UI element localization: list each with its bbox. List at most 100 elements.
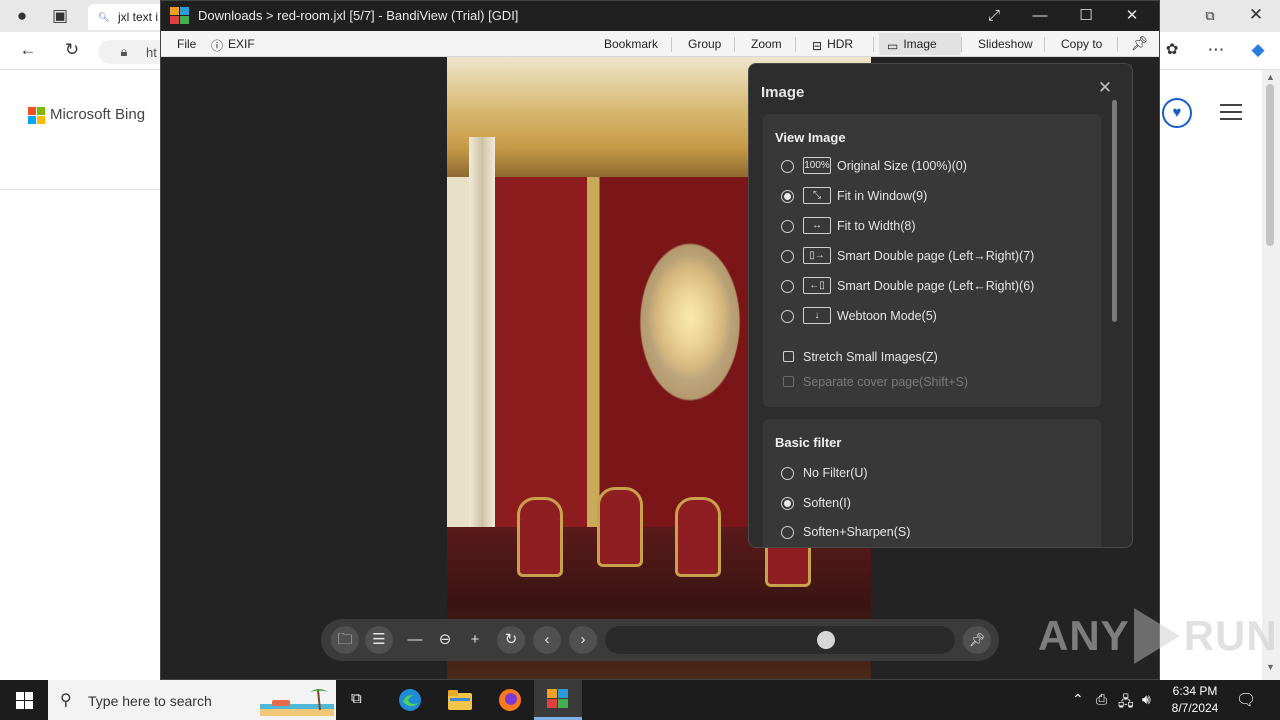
- logo-square-yellow: [37, 116, 45, 124]
- menu-zoom[interactable]: Zoom: [751, 37, 782, 51]
- start-windows-icon[interactable]: [0, 680, 48, 720]
- radio-webtoon-mode[interactable]: [781, 310, 794, 323]
- radio-original-size[interactable]: [781, 160, 794, 173]
- original-size-icon: 100%: [803, 157, 831, 174]
- extensions-icon[interactable]: ✿: [1160, 40, 1184, 60]
- menu-separator: [1044, 37, 1045, 52]
- option-label: No Filter(U): [803, 466, 868, 480]
- play-icon: [1133, 608, 1180, 664]
- menu-group[interactable]: Group: [688, 37, 721, 51]
- header-divider: [0, 189, 160, 190]
- volume-icon[interactable]: 🔊︎: [1142, 691, 1151, 708]
- windows-taskbar: ⚲ Type here to search ⧉ ⌃ ⎙ 🖧︎ 🔊︎ 6:34 P…: [0, 680, 1280, 720]
- rotate-icon[interactable]: ↻: [497, 626, 525, 654]
- option-label: Original Size (100%)(0): [837, 159, 967, 173]
- fullscreen-icon[interactable]: ⤢: [971, 1, 1017, 31]
- radio-double-page-lr[interactable]: [781, 250, 794, 263]
- menu-slideshow[interactable]: Slideshow: [978, 37, 1033, 51]
- image-canvas[interactable]: 🗀 ☰ — ⊖ + ↻ ‹ › 📌︎ Image ✕ View Image 10…: [161, 57, 1159, 679]
- browser-tab[interactable]: 🔍︎ jxl text i: [88, 4, 168, 30]
- close-icon[interactable]: ✕: [1244, 5, 1268, 25]
- image-settings-panel: Image ✕ View Image 100% Original Size (1…: [748, 63, 1133, 548]
- browser-tab-title: jxl text i: [118, 10, 159, 24]
- scroll-up-icon[interactable]: ▲: [1266, 72, 1275, 82]
- panel-close-icon[interactable]: ✕: [1093, 76, 1117, 100]
- clock-time: 6:34 PM: [1172, 684, 1218, 698]
- menu-separator: [961, 37, 962, 52]
- menu-separator: [873, 37, 874, 52]
- pin-menu-icon[interactable]: 📌︎: [1131, 35, 1149, 52]
- list-icon[interactable]: ☰: [365, 626, 393, 654]
- taskbar-search-box[interactable]: ⚲ Type here to search: [48, 680, 336, 720]
- double-page-rl-icon: ←▯: [803, 277, 831, 294]
- checkbox-stretch-small-images[interactable]: [783, 351, 794, 362]
- panel-title: Image: [761, 84, 805, 101]
- bandiview-titlebar[interactable]: Downloads > red-room.jxl [5/7] - BandiVi…: [161, 1, 1159, 31]
- menu-hdr[interactable]: ⊟ HDR: [812, 37, 853, 53]
- radio-double-page-rl[interactable]: [781, 280, 794, 293]
- tab-actions-icon[interactable]: ▣: [48, 6, 72, 26]
- viewer-bottom-toolbar: 🗀 ☰ — ⊖ + ↻ ‹ › 📌︎: [321, 619, 999, 661]
- option-label: Soften(I): [803, 496, 851, 510]
- panel-scrollbar[interactable]: [1112, 100, 1117, 322]
- file-explorer-icon[interactable]: [436, 680, 484, 720]
- menu-file[interactable]: File: [177, 37, 196, 51]
- firefox-icon[interactable]: [486, 680, 534, 720]
- open-folder-icon[interactable]: 🗀: [331, 626, 359, 654]
- chevron-up-icon[interactable]: ⌃: [1072, 691, 1084, 708]
- task-view-icon[interactable]: ⧉: [336, 680, 384, 720]
- basic-filter-title: Basic filter: [775, 435, 842, 450]
- page-slider[interactable]: [605, 626, 955, 654]
- logo-square-red: [28, 107, 36, 115]
- window-close-icon[interactable]: ✕: [1109, 1, 1155, 31]
- copilot-icon[interactable]: ◆: [1246, 40, 1270, 60]
- search-placeholder: Type here to search: [88, 693, 212, 709]
- menu-image[interactable]: ▭ Image: [887, 37, 937, 53]
- photo-chair: [517, 497, 563, 577]
- restore-icon[interactable]: ⧉: [1198, 6, 1222, 26]
- radio-fit-to-width[interactable]: [781, 220, 794, 233]
- option-label: Smart Double page (Left←Right)(6): [837, 279, 1035, 293]
- minimize-icon[interactable]: —: [1017, 1, 1063, 31]
- image-icon: ▭: [887, 39, 899, 53]
- slider-knob[interactable]: [817, 631, 835, 649]
- profile-icon[interactable]: ●: [10, 6, 34, 26]
- page-scrollbar[interactable]: ▲ ▼: [1262, 70, 1280, 680]
- zoom-plus-icon[interactable]: +: [461, 626, 489, 654]
- taskbar-clock[interactable]: 6:34 PM 8/7/2024: [1160, 683, 1230, 717]
- scrollbar-thumb[interactable]: [1266, 84, 1274, 246]
- more-options-icon[interactable]: ⋯: [1204, 40, 1228, 60]
- zoom-minus-icon[interactable]: —: [401, 626, 429, 654]
- bandiview-taskbar-icon[interactable]: [534, 680, 582, 720]
- logo-square-blue: [28, 116, 36, 124]
- option-label: Separate cover page(Shift+S): [803, 375, 969, 389]
- radio-soften[interactable]: [781, 497, 794, 510]
- search-icon: ⚲: [60, 692, 72, 709]
- maximize-icon[interactable]: ☐: [1063, 1, 1109, 31]
- watermark-right-text: RUN: [1183, 612, 1278, 659]
- view-image-section: View Image 100% Original Size (100%)(0) …: [763, 114, 1101, 407]
- radio-soften-sharpen[interactable]: [781, 526, 794, 539]
- edge-browser-icon[interactable]: [386, 680, 434, 720]
- hamburger-menu-icon[interactable]: [1220, 104, 1242, 125]
- radio-fit-in-window[interactable]: [781, 190, 794, 203]
- pin-toolbar-icon[interactable]: 📌︎: [963, 626, 991, 654]
- radio-no-filter[interactable]: [781, 467, 794, 480]
- previous-image-icon[interactable]: ‹: [533, 626, 561, 654]
- rewards-icon[interactable]: ♥: [1162, 98, 1192, 128]
- photo-chair: [597, 487, 643, 567]
- network-icon[interactable]: 🖧︎: [1118, 691, 1134, 715]
- menu-bookmark[interactable]: Bookmark: [604, 37, 658, 51]
- zoom-out-icon[interactable]: ⊖: [431, 626, 459, 654]
- menu-exif[interactable]: ⓘ EXIF: [211, 37, 255, 54]
- refresh-icon[interactable]: ↻: [60, 40, 84, 60]
- back-arrow-icon[interactable]: ←: [16, 40, 40, 60]
- notification-icon[interactable]: 🗨︎: [1236, 690, 1256, 710]
- device-icon[interactable]: ⎙: [1096, 691, 1107, 708]
- logo-square-green: [37, 107, 45, 115]
- option-label: Webtoon Mode(5): [837, 309, 937, 323]
- menu-separator: [1117, 37, 1118, 52]
- next-image-icon[interactable]: ›: [569, 626, 597, 654]
- bandiview-window: Downloads > red-room.jxl [5/7] - BandiVi…: [160, 0, 1160, 680]
- menu-copy-to[interactable]: Copy to: [1061, 37, 1102, 51]
